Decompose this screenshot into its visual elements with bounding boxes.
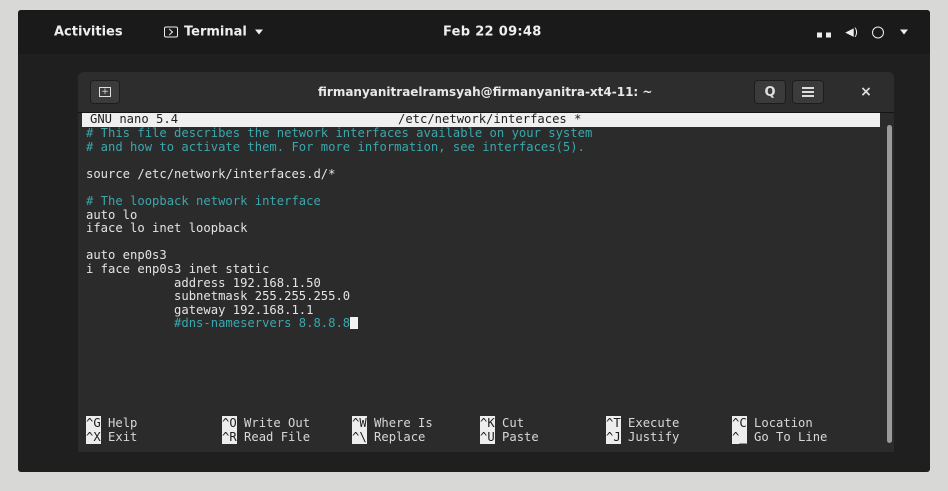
network-icon (817, 27, 832, 37)
shortcut-label: Go To Line (746, 429, 828, 444)
shortcut-item[interactable]: ^_ Go To Line (732, 429, 828, 445)
shortcut-key: ^J (606, 429, 621, 444)
shortcut-key: ^X (86, 429, 101, 444)
shortcut-label: Where Is (366, 416, 433, 430)
shortcut-item[interactable]: ^C Location (732, 416, 813, 431)
shortcut-key: ^U (480, 429, 495, 444)
buffer-line-text: # and how to activate them. For more inf… (86, 139, 585, 154)
gnome-top-bar: Activities Terminal Feb 22 09:48 ◀) (18, 10, 930, 54)
close-icon: × (860, 84, 872, 100)
hamburger-menu-icon (802, 87, 814, 97)
shortcut-item[interactable]: ^O Write Out (222, 416, 311, 431)
close-button[interactable]: × (854, 82, 878, 102)
window-titlebar[interactable]: + firmanyanitraelramsyah@firmanyanitra-x… (78, 72, 894, 113)
shortcut-key: ^W (352, 416, 367, 430)
shortcut-item[interactable]: ^U Paste (480, 429, 539, 445)
buffer-line-text: i face enp0s3 inet static (86, 261, 270, 276)
buffer-line: #dns-nameservers 8.8.8.8 (86, 317, 876, 331)
shortcut-bar: ^G Help ^X Exit ^O Write Out ^R Read File ^W… (86, 416, 876, 445)
desktop-screen: Activities Terminal Feb 22 09:48 ◀) + fi… (18, 10, 930, 472)
shortcut-key: ^_ (732, 429, 747, 444)
shortcut-item[interactable]: ^J Justify (606, 429, 680, 445)
search-icon: Q (764, 84, 776, 100)
shortcut-label: Cut (494, 416, 525, 430)
shortcut-key: ^\ (352, 429, 367, 444)
new-tab-button[interactable]: + (90, 80, 120, 104)
chevron-down-icon (900, 29, 908, 35)
shortcut-key: ^R (222, 429, 237, 444)
shortcut-item[interactable]: ^K Cut (480, 416, 525, 431)
shortcut-item[interactable]: ^W Where Is (352, 416, 433, 431)
shortcut-label: Exit (100, 429, 138, 444)
text-buffer[interactable]: # This file describes the network interf… (86, 126, 876, 331)
buffer-line: address 192.168.1.50 (86, 275, 876, 291)
shortcut-item[interactable]: ^X Exit (86, 429, 138, 445)
buffer-line (86, 181, 876, 195)
shortcut-label: Paste (494, 429, 539, 444)
scrollbar[interactable] (884, 113, 894, 452)
menu-button[interactable] (792, 80, 824, 104)
buffer-line: i face enp0s3 inet static (86, 261, 876, 277)
shortcut-item[interactable]: ^T Execute (606, 416, 680, 431)
chevron-down-icon (254, 29, 263, 35)
buffer-line-text: gateway 192.168.1.1 (86, 302, 314, 317)
shortcut-key: ^O (222, 416, 237, 430)
clock[interactable]: Feb 22 09:48 (443, 25, 542, 40)
buffer-line: # and how to activate them. For more inf… (86, 139, 876, 155)
power-icon (872, 26, 884, 38)
buffer-line (86, 154, 876, 168)
buffer-line-text: #dns-nameservers 8.8.8.8 (86, 316, 351, 331)
buffer-line-text: subnetmask 255.255.255.0 (86, 289, 351, 304)
buffer-line: auto lo (86, 207, 876, 223)
shortcut-label: Read File (236, 429, 311, 444)
volume-icon: ◀) (845, 25, 858, 39)
shortcut-item[interactable]: ^R Read File (222, 429, 311, 445)
shortcut-item[interactable]: ^G Help (86, 416, 138, 431)
shortcut-label: Execute (620, 416, 680, 430)
buffer-line-text: # This file describes the network interf… (86, 126, 593, 140)
buffer-line: gateway 192.168.1.1 (86, 302, 876, 318)
shortcut-item[interactable]: ^\ Replace (352, 429, 426, 445)
nano-title-bar: GNU nano 5.4 /etc/network/interfaces * (82, 112, 880, 127)
window-title: firmanyanitraelramsyah@firmanyanitra-xt4… (318, 85, 653, 99)
terminal-icon (164, 26, 178, 38)
buffer-line-text: auto lo (86, 207, 138, 222)
nano-editor[interactable]: GNU nano 5.4 /etc/network/interfaces * #… (78, 112, 884, 452)
terminal-app-menu[interactable]: Terminal (164, 25, 263, 40)
buffer-line: auto enp0s3 (86, 249, 876, 263)
buffer-line: subnetmask 255.255.255.0 (86, 289, 876, 304)
shortcut-key: ^C (732, 416, 747, 430)
search-button[interactable]: Q (754, 80, 786, 104)
shortcut-key: ^G (86, 416, 101, 430)
shortcut-key: ^T (606, 416, 621, 430)
buffer-line: # The loopback network interface (86, 193, 876, 209)
buffer-line-text: address 192.168.1.50 (86, 275, 321, 290)
shortcut-label: Help (100, 416, 138, 430)
shortcut-label: Location (746, 416, 813, 430)
nano-filename: /etc/network/interfaces * (398, 112, 582, 126)
activities-button[interactable]: Activities (54, 25, 123, 40)
buffer-line-text: # The loopback network interface (86, 193, 321, 208)
terminal-window: + firmanyanitraelramsyah@firmanyanitra-x… (78, 72, 894, 452)
buffer-line-text: auto enp0s3 (86, 248, 167, 263)
shortcut-label: Replace (366, 429, 426, 444)
shortcut-label: Justify (620, 429, 680, 444)
shortcut-label: Write Out (236, 416, 311, 430)
buffer-line-text: iface lo inet loopback (86, 221, 248, 236)
scrollbar-thumb[interactable] (887, 125, 892, 443)
buffer-line: iface lo inet loopback (86, 221, 876, 236)
text-cursor (350, 317, 359, 330)
buffer-line-text: source /etc/network/interfaces.d/* (86, 166, 336, 181)
shortcut-key: ^K (480, 416, 495, 430)
buffer-line: source /etc/network/interfaces.d/* (86, 166, 876, 182)
app-menu-label: Terminal (184, 24, 247, 40)
nano-version: GNU nano 5.4 (90, 112, 179, 126)
new-tab-icon: + (99, 87, 111, 97)
buffer-line: # This file describes the network interf… (86, 126, 876, 141)
system-tray[interactable]: ◀) (817, 26, 908, 39)
buffer-line (86, 236, 876, 250)
